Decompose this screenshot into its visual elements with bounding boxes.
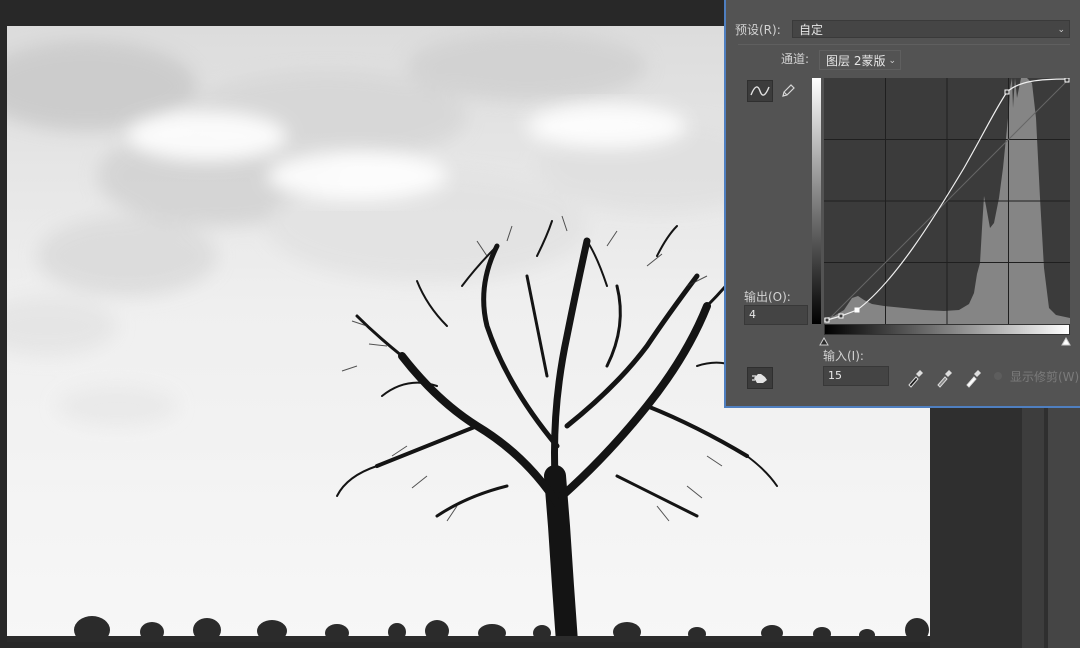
divider [738,44,1070,45]
panel-column [1048,400,1080,648]
white-eyedropper-icon[interactable] [964,368,982,388]
input-gradient-bar [824,324,1070,335]
chevron-down-icon: ⌄ [888,56,896,66]
curve-point[interactable] [824,317,830,323]
output-field[interactable]: 4 [744,305,808,325]
preset-dropdown[interactable]: 自定 ⌄ [792,20,1070,38]
gray-eyedropper-icon[interactable] [935,368,953,388]
pencil-tool[interactable] [775,80,801,102]
show-clipping-label: 显示修剪(W) [1010,370,1080,384]
curve-point-selected[interactable] [854,307,860,313]
black-slider-handle[interactable] [819,337,829,347]
hand-adjust-icon [752,374,767,383]
pencil-icon [782,84,795,97]
curve-point[interactable] [1064,78,1070,83]
curve-point-tool[interactable] [747,80,773,102]
curve-point[interactable] [838,313,844,319]
black-eyedropper-icon[interactable] [906,368,924,388]
preset-value: 自定 [799,23,824,37]
input-label: 输入(I): [823,349,864,363]
show-clipping-checkbox[interactable] [994,372,1002,380]
curve-point-icon [750,86,770,96]
input-field[interactable]: 15 [823,366,889,386]
curves-graph[interactable] [824,78,1070,324]
output-gradient-bar [812,78,821,324]
white-slider-handle[interactable] [1061,337,1071,347]
curve-point[interactable] [1004,89,1010,95]
chevron-down-icon: ⌄ [1057,25,1065,35]
output-label: 输出(O): [744,290,791,304]
channel-value: 图层 2蒙版 [826,54,886,68]
channel-dropdown[interactable]: 图层 2蒙版 ⌄ [819,50,901,70]
panel-column [1022,400,1044,648]
on-image-adjust-tool[interactable] [747,367,773,389]
preset-label: 预设(R): [735,23,781,37]
side-panel-strip [930,400,1080,648]
channel-label: 通道: [781,52,810,66]
curves-properties-panel: 预设(R): 自定 ⌄ 通道: 图层 2蒙版 ⌄ 输出(O): 4 输入(I):… [724,0,1080,408]
